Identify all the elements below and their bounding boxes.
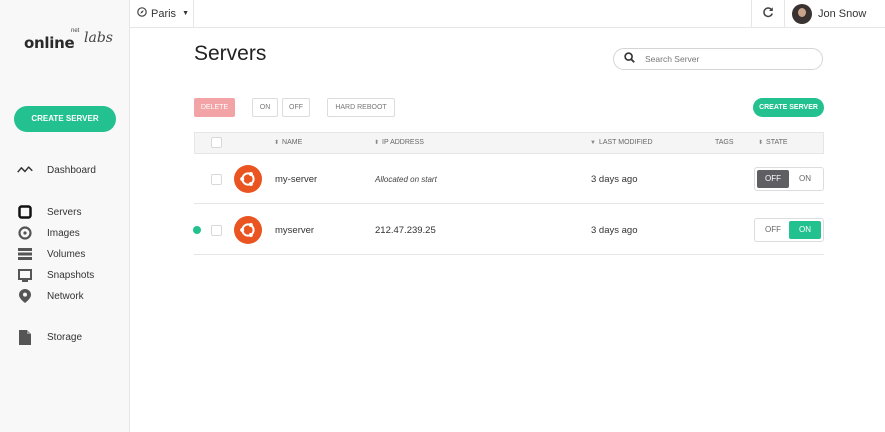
create-server-button[interactable]: CREATE SERVER xyxy=(753,98,824,117)
divider xyxy=(193,0,194,27)
logo-net: net xyxy=(71,28,80,34)
column-state[interactable]: ⬍ STATE xyxy=(758,133,788,153)
last-modified: 3 days ago xyxy=(591,224,638,236)
caret-down-icon: ▼ xyxy=(182,10,189,17)
file-icon xyxy=(17,329,33,345)
sidebar-item-label: Dashboard xyxy=(47,164,96,176)
column-tags: TAGS xyxy=(715,139,734,146)
server-icon xyxy=(17,204,33,220)
sidebar-item-network[interactable]: Network xyxy=(17,288,84,304)
column-last-modified[interactable]: ▼ LAST MODIFIED xyxy=(590,133,653,153)
sidebar-item-label: Images xyxy=(47,227,80,239)
sidebar-item-volumes[interactable]: Volumes xyxy=(17,246,85,262)
server-name[interactable]: myserver xyxy=(275,205,314,255)
sidebar-item-label: Servers xyxy=(47,206,82,218)
sort-icon: ⬍ xyxy=(274,140,280,146)
sidebar-item-label: Network xyxy=(47,290,84,302)
hard-reboot-button[interactable]: HARD REBOOT xyxy=(327,98,395,117)
sidebar-item-label: Snapshots xyxy=(47,269,95,281)
delete-button[interactable]: DELETE xyxy=(194,98,235,117)
sidebar-item-dashboard[interactable]: Dashboard xyxy=(17,162,96,178)
ip-address: Allocated on start xyxy=(375,174,437,184)
ubuntu-icon xyxy=(234,154,262,204)
compass-icon xyxy=(137,7,147,20)
user-menu[interactable]: Jon Snow xyxy=(792,0,866,27)
sidebar-item-label: Storage xyxy=(47,331,83,343)
search-icon xyxy=(624,50,635,68)
region-selector[interactable]: Paris ▼ xyxy=(137,0,199,27)
stack-icon xyxy=(17,246,33,262)
sidebar-create-server-button[interactable]: CREATE SERVER xyxy=(14,106,116,132)
sidebar-item-snapshots[interactable]: Snapshots xyxy=(17,267,94,283)
map-pin-icon xyxy=(17,288,33,304)
snapshot-icon xyxy=(17,267,33,283)
sort-icon: ⬍ xyxy=(374,140,380,146)
sidebar: online net labs CREATE SERVER Dashboard … xyxy=(0,0,130,432)
toggle-off[interactable]: OFF xyxy=(757,170,789,188)
row-checkbox[interactable] xyxy=(211,205,222,255)
column-ip-address[interactable]: ⬍ IP ADDRESS xyxy=(374,133,424,153)
row-checkbox[interactable] xyxy=(211,154,222,204)
table-row[interactable]: myserver 212.47.239.25 3 days ago OFF ON xyxy=(193,205,824,255)
select-all-checkbox[interactable] xyxy=(211,137,222,148)
refresh-button[interactable] xyxy=(751,0,785,27)
column-label: IP ADDRESS xyxy=(382,139,424,146)
sort-desc-icon: ▼ xyxy=(590,140,596,146)
last-modified: 3 days ago xyxy=(591,173,638,185)
disc-icon xyxy=(17,225,33,241)
table-row[interactable]: my-server Allocated on start 3 days ago … xyxy=(194,154,824,204)
server-name[interactable]: my-server xyxy=(275,154,317,204)
page-title: Servers xyxy=(194,42,267,65)
state-toggle[interactable]: OFF ON xyxy=(754,167,824,191)
search-box[interactable] xyxy=(613,48,823,70)
region-label: Paris xyxy=(151,7,177,20)
avatar xyxy=(792,3,812,24)
sidebar-item-label: Volumes xyxy=(47,248,86,260)
refresh-icon xyxy=(762,5,774,23)
column-label: LAST MODIFIED xyxy=(598,139,653,146)
brand-logo[interactable]: online net labs xyxy=(24,28,113,54)
toggle-on[interactable]: ON xyxy=(789,170,821,188)
sidebar-item-servers[interactable]: Servers xyxy=(17,204,81,220)
running-status-dot xyxy=(193,226,201,234)
ubuntu-icon xyxy=(234,205,262,255)
sidebar-item-images[interactable]: Images xyxy=(17,225,80,241)
activity-icon xyxy=(17,162,33,178)
top-bar: Paris ▼ Jon Snow xyxy=(130,0,885,28)
user-name: Jon Snow xyxy=(818,7,867,20)
sidebar-item-storage[interactable]: Storage xyxy=(17,329,82,345)
power-on-button[interactable]: ON xyxy=(252,98,278,117)
logo-online: online xyxy=(24,34,75,52)
power-off-button[interactable]: OFF xyxy=(282,98,310,117)
toggle-on[interactable]: ON xyxy=(789,221,821,239)
sort-icon: ⬍ xyxy=(758,140,764,146)
state-toggle[interactable]: OFF ON xyxy=(754,218,824,242)
toggle-off[interactable]: OFF xyxy=(757,221,789,239)
column-label: NAME xyxy=(282,139,303,146)
logo-labs: labs xyxy=(84,30,113,46)
table-header: ⬍ NAME ⬍ IP ADDRESS ▼ LAST MODIFIED TAGS ⬍ S… xyxy=(194,132,824,154)
search-input[interactable] xyxy=(645,54,795,64)
column-label: STATE xyxy=(766,139,788,146)
ip-address: 212.47.239.25 xyxy=(375,224,436,236)
column-name[interactable]: ⬍ NAME xyxy=(274,133,302,153)
